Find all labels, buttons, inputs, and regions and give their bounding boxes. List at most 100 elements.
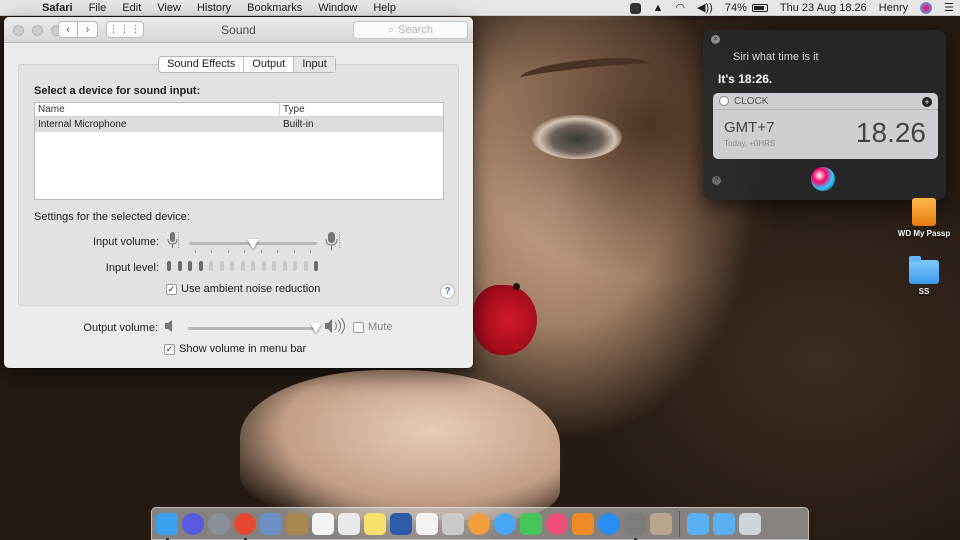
dock-separator xyxy=(679,510,680,537)
desktop-drive[interactable]: WD My Passp xyxy=(896,198,952,238)
menu-edit[interactable]: Edit xyxy=(114,0,149,16)
wallpaper-lips xyxy=(473,285,537,355)
input-volume-knob[interactable] xyxy=(247,239,259,249)
external-drive-icon xyxy=(912,198,936,226)
siri-help-icon[interactable]: ? xyxy=(712,176,721,185)
wallpaper-mole xyxy=(513,283,520,290)
menu-history[interactable]: History xyxy=(189,0,239,16)
itunes-icon[interactable] xyxy=(546,512,568,535)
tab-sound-effects[interactable]: Sound Effects xyxy=(159,57,245,72)
battery-icon xyxy=(751,4,768,13)
menu-extras: ▲ ◠ ◀)) 74% Thu 23 Aug 18.26 Henry ☰ xyxy=(624,0,960,16)
siri-close-icon[interactable]: × xyxy=(711,35,720,44)
desktop-folder[interactable]: SS xyxy=(896,256,952,296)
level-bar xyxy=(282,261,287,271)
mute-box[interactable] xyxy=(353,321,364,333)
messages-icon[interactable] xyxy=(494,512,516,535)
output-volume-label: Output volume: xyxy=(83,322,158,334)
help-button[interactable]: ? xyxy=(440,284,455,299)
tab-input[interactable]: Input xyxy=(294,57,335,72)
dock xyxy=(151,507,809,540)
menubar-user[interactable]: Henry xyxy=(873,0,914,16)
mute-checkbox[interactable]: Mute xyxy=(353,321,392,333)
tab-output[interactable]: Output xyxy=(244,57,295,72)
level-bar xyxy=(177,261,182,271)
calendar-icon[interactable] xyxy=(312,512,334,535)
ambient-noise-checkbox[interactable]: ✓ Use ambient noise reduction xyxy=(166,283,320,295)
menu-file[interactable]: File xyxy=(81,0,115,16)
notefile-icon[interactable] xyxy=(286,512,308,535)
speaker-high-icon xyxy=(324,317,348,337)
add-to-notification-center-icon[interactable]: + xyxy=(922,97,932,107)
level-bar xyxy=(198,261,203,271)
level-bar xyxy=(230,261,234,271)
section-title: Select a device for sound input: xyxy=(34,85,201,97)
battery-indicator[interactable]: 74% xyxy=(719,0,774,16)
siri-panel: × Siri what time is it It's 18:26. CLOCK… xyxy=(703,30,946,200)
column-header-name[interactable]: Name xyxy=(35,103,280,116)
ibooks-icon[interactable] xyxy=(572,512,594,535)
photos-icon[interactable] xyxy=(468,512,490,535)
menu-window[interactable]: Window xyxy=(310,0,365,16)
launchpad-icon[interactable] xyxy=(208,512,230,535)
search-placeholder: Search xyxy=(398,24,434,36)
input-level-label: Input level: xyxy=(105,262,159,274)
level-bar xyxy=(251,261,255,271)
menu-help[interactable]: Help xyxy=(365,0,404,16)
app-store-icon[interactable] xyxy=(598,512,620,535)
input-level-meter xyxy=(167,261,318,271)
settings-label: Settings for the selected device: xyxy=(34,211,190,223)
preview-icon[interactable] xyxy=(260,512,282,535)
script-editor-icon[interactable] xyxy=(442,512,464,535)
ambient-noise-box[interactable]: ✓ xyxy=(166,283,177,295)
menu-bookmarks[interactable]: Bookmarks xyxy=(239,0,310,16)
system-preferences-icon[interactable] xyxy=(624,512,646,540)
downloads-folder-icon[interactable] xyxy=(713,512,735,535)
notes-icon[interactable] xyxy=(364,512,386,535)
siri-orb-icon[interactable] xyxy=(811,167,835,191)
applications-folder-icon[interactable] xyxy=(687,512,709,535)
notification-center-icon[interactable]: ☰ xyxy=(938,0,960,16)
search-field[interactable]: ⌕ Search xyxy=(353,21,468,39)
level-bar xyxy=(167,261,171,271)
clock-card-header: CLOCK xyxy=(713,93,938,110)
level-bar xyxy=(314,261,318,271)
battery-percent: 74% xyxy=(724,2,747,14)
window-titlebar[interactable]: ‹ › ⋮⋮⋮ Sound ⌕ Search xyxy=(4,17,473,43)
menubar-clock[interactable]: Thu 23 Aug 18.26 xyxy=(774,0,873,16)
clock-card[interactable]: CLOCK + GMT+7 Today, +0HRS 18.26 xyxy=(713,93,938,159)
column-header-type[interactable]: Type xyxy=(280,103,305,116)
show-volume-checkbox[interactable]: ✓ Show volume in menu bar xyxy=(164,343,306,355)
eject-icon[interactable]: ▲ xyxy=(647,0,670,16)
keynote-icon[interactable] xyxy=(390,512,412,535)
output-volume-knob[interactable] xyxy=(310,323,322,333)
clock-subtitle: Today, +0HRS xyxy=(724,139,776,148)
clock-timezone: GMT+7 xyxy=(724,119,775,136)
show-volume-box[interactable]: ✓ xyxy=(164,343,175,355)
menu-app-name[interactable]: Safari xyxy=(34,0,81,16)
table-row[interactable]: Internal Microphone Built-in xyxy=(35,117,443,132)
speaker-low-icon xyxy=(164,319,176,336)
siri-menu-icon[interactable] xyxy=(914,0,938,16)
level-bar xyxy=(188,261,192,271)
siri-answer: It's 18:26. xyxy=(718,72,773,86)
trash-icon[interactable] xyxy=(739,512,761,535)
input-volume-ticks xyxy=(195,250,311,253)
chrome-icon[interactable] xyxy=(234,512,256,540)
facetime-icon[interactable] xyxy=(520,512,542,535)
clock-icon xyxy=(719,96,729,106)
desktop-drive-label: WD My Passp xyxy=(897,229,951,238)
menu-bar: Safari File Edit View History Bookmarks … xyxy=(0,0,960,16)
archive-utility-icon[interactable] xyxy=(650,512,672,535)
menu-view[interactable]: View xyxy=(149,0,189,16)
finder-icon[interactable] xyxy=(156,512,178,540)
siri-icon[interactable] xyxy=(182,512,204,535)
status-app-icon[interactable] xyxy=(624,0,647,16)
level-bar xyxy=(209,261,213,271)
textedit-icon[interactable] xyxy=(338,512,360,535)
output-volume-slider[interactable] xyxy=(188,327,316,330)
level-bar xyxy=(240,261,245,271)
reminders-icon[interactable] xyxy=(416,512,438,535)
wifi-icon[interactable]: ◠ xyxy=(669,0,691,16)
volume-icon[interactable]: ◀)) xyxy=(691,0,719,16)
